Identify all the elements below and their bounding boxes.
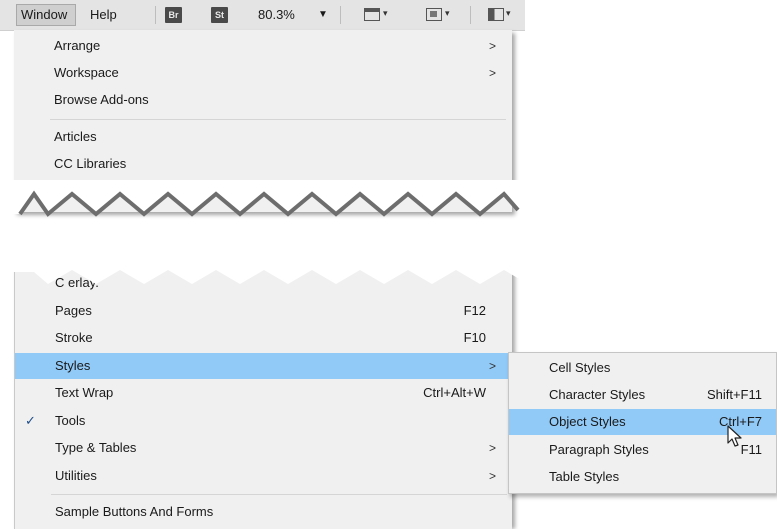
menu-item-shortcut: F11 [740,442,762,457]
menu-item-sample-buttons-and-forms[interactable]: Sample Buttons And Forms [15,499,512,525]
submenu-item-character-styles[interactable]: Character Styles Shift+F11 [509,382,776,408]
menu-item-label: Utilities [55,468,97,483]
menu-item-label: Arrange [54,38,101,53]
stock-icon[interactable]: St [211,7,228,23]
menu-separator [51,494,507,495]
toolbar-separator [340,6,341,24]
menu-separator [50,119,506,120]
bridge-icon[interactable]: Br [165,7,182,23]
menu-item-label: Sample Buttons And Forms [55,504,214,519]
chevron-right-icon: > [488,441,496,455]
screen-mode-inner-icon [430,11,437,17]
menu-item-shortcut: F10 [463,330,486,345]
chevron-right-icon: > [488,359,496,373]
menu-item-label: Workspace [54,65,119,80]
menu-item-browse-add-ons[interactable]: Browse Add-ons [14,87,512,113]
menu-item-label: Object Styles [549,414,626,429]
menu-item-utilities[interactable]: Utilities > [15,463,512,489]
menu-item-label: Pages [55,303,92,318]
screen-mode-arrow-icon[interactable]: ▾ [445,8,450,19]
menu-item-label: Text Wrap [55,385,114,400]
menu-item-label: Styles [55,358,91,373]
styles-submenu: Cell Styles Character Styles Shift+F11 O… [508,352,777,494]
menu-item-type-tables[interactable]: Type & Tables > [15,435,512,461]
menu-item-label: Stroke [55,330,93,345]
mouse-pointer-icon [727,425,742,447]
window-menu-bottom: C erlay. Pages F12 Stroke F10 Styles > T… [14,270,512,529]
menu-item-label: Cell Styles [549,360,611,375]
menu-item-cc-libraries[interactable]: CC Libraries [14,151,512,177]
toolbar-separator [470,6,471,24]
view-options-icon[interactable] [364,8,380,21]
menu-window[interactable]: Window [16,4,76,26]
view-options-arrow-icon[interactable]: ▾ [383,8,388,19]
menu-item-label: Tools [55,413,86,428]
menu-item-label: Table Styles [549,469,620,484]
menu-item-label: Browse Add-ons [54,92,149,107]
zoom-dropdown-icon[interactable]: ▼ [318,4,328,26]
arrange-documents-icon[interactable] [488,8,504,21]
menu-item-shortcut: Shift+F11 [706,387,762,402]
menu-item-arrange[interactable]: Arrange > [14,33,512,59]
arrange-documents-arrow-icon[interactable]: ▾ [506,8,511,19]
menu-item-shortcut: Ctrl+Alt+W [423,385,486,400]
zoom-level[interactable]: 80.3% [258,4,295,26]
menu-item-tools[interactable]: ✓ Tools [15,408,512,434]
submenu-item-table-styles[interactable]: Table Styles [509,464,776,490]
torn-edge-top [0,180,540,217]
menu-item-label: Articles [54,129,97,144]
menu-item-workspace[interactable]: Workspace > [14,60,512,86]
menu-item-label: CC Libraries [54,156,127,171]
toolbar-separator [155,6,156,24]
chevron-right-icon: > [488,39,496,53]
menu-item-shortcut: F12 [463,303,486,318]
chevron-right-icon: > [488,469,496,483]
menu-item-label: Paragraph Styles [549,442,649,457]
menu-item-styles[interactable]: Styles > [15,353,512,379]
menu-item-text-wrap[interactable]: Text Wrap Ctrl+Alt+W [15,380,512,406]
menu-item-pages[interactable]: Pages F12 [15,298,512,324]
menu-item-label: Character Styles [549,387,646,402]
submenu-item-cell-styles[interactable]: Cell Styles [509,355,776,381]
menu-help[interactable]: Help [86,4,132,26]
menu-bar: Window Help Br St 80.3% ▼ ▾ ▾ ▾ [0,0,525,31]
torn-edge-bottom [0,252,540,284]
check-icon: ✓ [25,413,36,428]
menu-item-articles[interactable]: Articles [14,124,512,150]
menu-item-label: Type & Tables [55,440,137,455]
menu-item-stroke[interactable]: Stroke F10 [15,325,512,351]
screen-mode-icon[interactable] [426,8,442,21]
chevron-right-icon: > [488,66,496,80]
